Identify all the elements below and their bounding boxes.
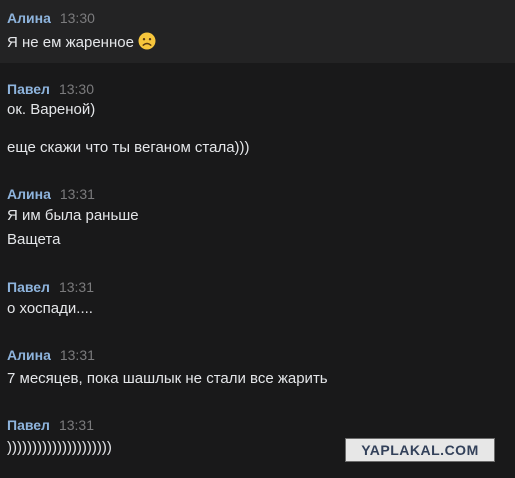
author-name[interactable]: Павел <box>7 279 50 295</box>
watermark-logo: YAPLAKAL.COM <box>345 438 495 462</box>
message-text: Я им была раньше <box>7 207 139 224</box>
message-header: Алина 13:30 <box>7 10 95 26</box>
author-name[interactable]: Алина <box>7 10 51 26</box>
message-text: ))))))))))))))))))))) <box>7 439 112 456</box>
message-text: 7 месяцев, пока шашлык не стали все жари… <box>7 370 328 387</box>
message-text: Я не ем жаренное <box>7 32 156 55</box>
message-header: Алина 13:31 <box>7 186 95 202</box>
message-time: 13:31 <box>58 417 94 433</box>
message-text-content: Я не ем жаренное <box>7 34 134 51</box>
message-header: Алина 13:31 <box>7 347 95 363</box>
author-name[interactable]: Павел <box>7 417 50 433</box>
message-time: 13:31 <box>58 279 94 295</box>
message-text: еще скажи что ты веганом стала))) <box>7 139 250 156</box>
message-header: Павел 13:30 <box>7 81 94 97</box>
frowning-face-icon <box>138 32 156 55</box>
message-time: 13:31 <box>59 347 95 363</box>
message-group: Алина 13:30 Я не ем жаренное <box>0 0 515 63</box>
chat-history: Алина 13:30 Я не ем жаренное Павел 13:30 о… <box>0 0 515 478</box>
message-text: ок. Вареной) <box>7 101 96 118</box>
message-time: 13:31 <box>59 186 95 202</box>
message-group: Павел 13:31 о хоспади.... <box>0 270 515 340</box>
author-name[interactable]: Алина <box>7 347 51 363</box>
message-time: 13:30 <box>58 81 94 97</box>
message-header: Павел 13:31 <box>7 417 94 433</box>
message-group: Павел 13:30 ок. Вареной) еще скажи что ты… <box>0 63 515 175</box>
message-header: Павел 13:31 <box>7 279 94 295</box>
author-name[interactable]: Алина <box>7 186 51 202</box>
message-text: о хоспади.... <box>7 300 93 317</box>
message-group: Алина 13:31 Я им была раньше Ващета <box>0 175 515 270</box>
message-text: Ващета <box>7 231 61 248</box>
author-name[interactable]: Павел <box>7 81 50 97</box>
message-group: Алина 13:31 7 месяцев, пока шашлык не ста… <box>0 340 515 408</box>
message-time: 13:30 <box>59 10 95 26</box>
